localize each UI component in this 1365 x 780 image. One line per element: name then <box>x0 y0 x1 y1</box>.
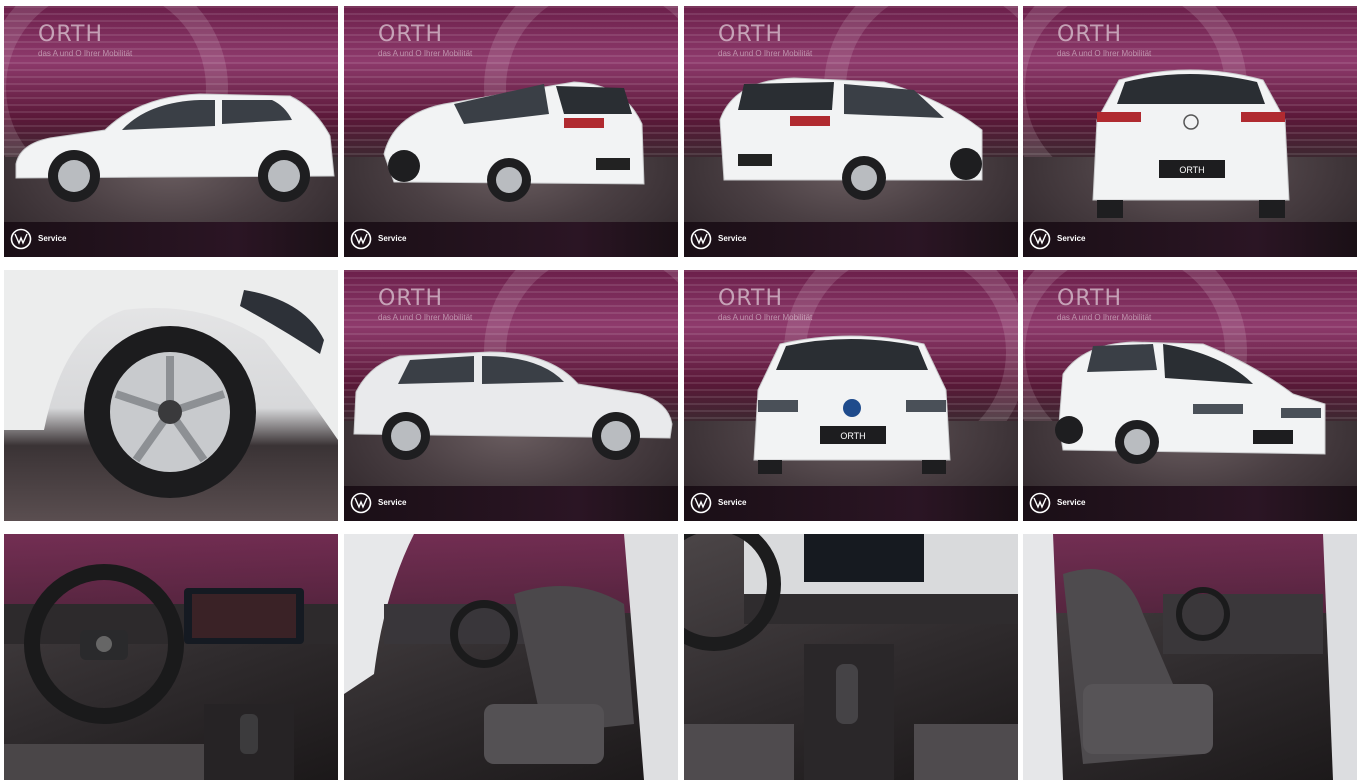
interior-image <box>344 534 678 780</box>
dealer-logo: ORTH das A und O Ihrer Mobilität <box>718 22 813 58</box>
vw-logo-icon <box>690 492 712 514</box>
dealer-logo: ORTH das A und O Ihrer Mobilität <box>38 22 133 58</box>
service-banner: Service <box>344 222 678 257</box>
car-image <box>1055 341 1326 464</box>
vw-logo-icon <box>350 228 372 250</box>
photo-passenger-seat[interactable] <box>1023 534 1357 780</box>
car-image <box>353 351 673 460</box>
license-plate: ORTH <box>840 431 865 441</box>
service-label: Service <box>718 234 747 243</box>
dealer-logo: ORTH das A und O Ihrer Mobilität <box>718 286 813 322</box>
service-label: Service <box>378 498 407 507</box>
vw-logo-icon <box>350 492 372 514</box>
car-image <box>383 81 645 202</box>
photo-rear-left[interactable]: ORTH das A und O Ihrer Mobilität Service <box>344 6 678 257</box>
photo-rear-right[interactable]: ORTH das A und O Ihrer Mobilität Service <box>684 6 1018 257</box>
wheel-image <box>4 270 338 498</box>
car-image <box>15 93 335 202</box>
service-banner: Service <box>1023 486 1357 521</box>
service-label: Service <box>718 498 747 507</box>
interior-image <box>1023 534 1357 780</box>
car-image <box>719 77 983 200</box>
photo-rear[interactable]: ORTH das A und O Ihrer Mobilität ORTH Ser… <box>1023 6 1357 257</box>
vw-logo-icon <box>10 228 32 250</box>
interior-image <box>684 534 1018 780</box>
car-image: ORTH <box>753 335 951 474</box>
service-banner: Service <box>684 222 1018 257</box>
photo-wheel-detail[interactable] <box>4 270 338 521</box>
car-image: ORTH <box>1092 69 1290 218</box>
dealer-logo: ORTH das A und O Ihrer Mobilität <box>378 286 473 322</box>
service-banner: Service <box>1023 222 1357 257</box>
service-banner: Service <box>684 486 1018 521</box>
service-label: Service <box>378 234 407 243</box>
dealer-logo: ORTH das A und O Ihrer Mobilität <box>1057 286 1152 322</box>
vw-logo-icon <box>690 228 712 250</box>
dealer-logo: ORTH das A und O Ihrer Mobilität <box>1057 22 1152 58</box>
photo-side-right[interactable]: ORTH das A und O Ihrer Mobilität Service <box>344 270 678 521</box>
photo-gallery: ORTH das A und O Ihrer Mobilität Service … <box>0 0 1365 780</box>
photo-front-seats[interactable] <box>344 534 678 780</box>
service-label: Service <box>1057 498 1086 507</box>
interior-image <box>4 564 338 780</box>
photo-center-console[interactable] <box>684 534 1018 780</box>
service-banner: Service <box>344 486 678 521</box>
vw-logo-icon <box>1029 492 1051 514</box>
vw-logo-icon <box>1029 228 1051 250</box>
service-label: Service <box>1057 234 1086 243</box>
photo-front[interactable]: ORTH das A und O Ihrer Mobilität ORTH Ser… <box>684 270 1018 521</box>
service-label: Service <box>38 234 67 243</box>
license-plate: ORTH <box>1179 165 1204 175</box>
photo-front-right[interactable]: ORTH das A und O Ihrer Mobilität Service <box>1023 270 1357 521</box>
service-banner: Service <box>4 222 338 257</box>
photo-cockpit[interactable] <box>4 534 338 780</box>
dealer-logo: ORTH das A und O Ihrer Mobilität <box>378 22 473 58</box>
photo-side-left[interactable]: ORTH das A und O Ihrer Mobilität Service <box>4 6 338 257</box>
